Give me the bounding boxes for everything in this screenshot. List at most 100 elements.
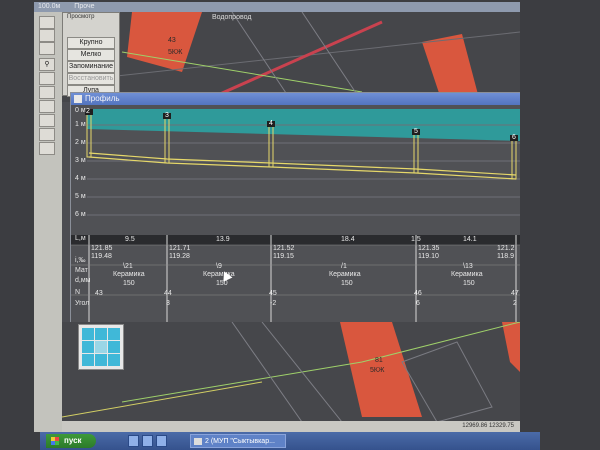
pan-up-left-icon[interactable] xyxy=(82,328,94,340)
segment-material: Керамика xyxy=(329,271,361,278)
height-top: 121.85 xyxy=(91,245,113,252)
segment-slope: \21 xyxy=(123,263,133,270)
view-panel: Просмотр Крупно Мелко Запоминание Восста… xyxy=(62,12,120,97)
segment-length: 14.1 xyxy=(463,236,477,243)
profile-title: Профиль xyxy=(85,94,120,103)
profile-window: Профиль 0 м 1 м 2 м 3 м 4 м 5 м 6 м 2 3 … xyxy=(70,92,520,324)
height-bottom: 119.48 xyxy=(91,253,112,260)
well-label: 3 xyxy=(165,112,169,119)
toolbar-button-8[interactable] xyxy=(39,114,55,127)
well-number: 45 xyxy=(269,290,277,297)
well-angle: -2 xyxy=(270,300,277,307)
window-icon xyxy=(74,95,82,103)
menu-item-other[interactable]: Проче xyxy=(74,3,94,10)
map-view-top[interactable]: 43 5КЖ Водопровод xyxy=(62,12,520,102)
toolbar-button-7[interactable] xyxy=(39,100,55,113)
app-icon xyxy=(194,438,202,445)
depth-label: 3 м xyxy=(75,157,86,164)
layer-label: Водопровод xyxy=(212,14,252,21)
depth-label: 6 м xyxy=(75,211,86,218)
well-label: 4 xyxy=(269,120,273,127)
row-label-angle: Угол xyxy=(75,300,90,307)
well-number: 47 xyxy=(511,290,519,297)
building-shape xyxy=(502,322,520,372)
depth-label: 1 м xyxy=(75,121,86,128)
task-label: 2 (МУП "Сыктывкар... xyxy=(205,438,275,445)
segment-length: 1.5 xyxy=(411,236,421,243)
height-bottom: 119.28 xyxy=(169,253,190,260)
pan-left-icon[interactable] xyxy=(82,341,94,353)
status-bar: 12969.86 12329.75 xyxy=(62,421,520,432)
app-screen: 100.0м Проче ⚲ 43 5КЖ Водопровод Просмот… xyxy=(34,2,520,432)
remember-button[interactable]: Запоминание xyxy=(67,61,115,73)
row-label-number: N xyxy=(75,289,81,296)
toolbar-button-5[interactable] xyxy=(39,72,55,85)
height-bottom: 119.10 xyxy=(418,253,439,260)
windows-logo-icon xyxy=(51,437,59,445)
height-top: 121.35 xyxy=(418,245,440,252)
toolbar-button-3[interactable] xyxy=(39,42,55,55)
toolbar-button-9[interactable] xyxy=(39,128,55,141)
quicklaunch-icon[interactable] xyxy=(128,435,139,447)
zoom-out-button[interactable]: Мелко xyxy=(67,49,115,61)
taskbar-window-button[interactable]: 2 (МУП "Сыктывкар... xyxy=(190,434,286,448)
segment-diameter: 150 xyxy=(463,280,475,287)
status-coords: 12969.86 12329.75 xyxy=(462,423,514,429)
pipe-bottom-line xyxy=(88,156,517,180)
profile-titlebar: Профиль xyxy=(71,93,520,105)
segment-slope: \13 xyxy=(463,263,473,270)
building-label: 81 xyxy=(375,357,383,364)
pan-up-right-icon[interactable] xyxy=(108,328,120,340)
segment-diameter: 150 xyxy=(341,280,353,287)
row-label-length: L,м xyxy=(75,235,86,242)
height-bottom: 119.15 xyxy=(273,253,294,260)
toolbar-button-2[interactable] xyxy=(39,29,55,42)
row-label-diameter: d,мм xyxy=(75,277,91,284)
height-top: 121.52 xyxy=(273,245,295,252)
segment-length: 9.5 xyxy=(125,236,135,243)
segment-length: 18.4 xyxy=(341,236,355,243)
segment-material: Керамика xyxy=(113,271,145,278)
well-number: 44 xyxy=(164,290,172,297)
segment-diameter: 150 xyxy=(216,280,228,287)
pan-navigation-pad xyxy=(78,324,124,370)
height-bottom: 118.9 xyxy=(497,253,514,260)
well-angle: 2 xyxy=(513,300,517,307)
pan-center-icon[interactable] xyxy=(95,341,107,353)
scale-readout: 100.0м xyxy=(38,3,61,10)
well-label: 6 xyxy=(512,134,516,141)
pan-down-right-icon[interactable] xyxy=(108,354,120,366)
segment-diameter: 150 xyxy=(123,280,135,287)
main-titlebar: 100.0м Проче xyxy=(34,2,520,12)
quicklaunch-icon[interactable] xyxy=(156,435,167,447)
pan-down-icon[interactable] xyxy=(95,354,107,366)
segment-material: Керамика xyxy=(451,271,483,278)
well-angle: 3 xyxy=(166,300,170,307)
pipe-top-line xyxy=(88,152,517,176)
well-number: 43 xyxy=(95,290,103,297)
height-top: 121.71 xyxy=(169,245,191,252)
quicklaunch-icon[interactable] xyxy=(142,435,153,447)
magnifier-icon[interactable]: ⚲ xyxy=(39,58,55,71)
start-button[interactable]: пуск xyxy=(46,434,96,448)
toolbar-button-10[interactable] xyxy=(39,142,55,155)
profile-svg xyxy=(85,109,520,216)
building-label: 5КЖ xyxy=(168,49,183,56)
pan-down-left-icon[interactable] xyxy=(82,354,94,366)
well-number: 46 xyxy=(414,290,422,297)
toolbar-button-6[interactable] xyxy=(39,86,55,99)
restore-button[interactable]: Восстановить xyxy=(67,73,115,85)
map-top-drawing: 43 5КЖ xyxy=(62,12,520,102)
height-top: 121.2 xyxy=(497,245,515,252)
zoom-in-button[interactable]: Крупно xyxy=(67,37,115,49)
building-label: 43 xyxy=(168,37,176,44)
map-view-bottom[interactable]: 81 5КЖ xyxy=(62,322,520,422)
profile-table: L,м i,‰ Мат d,мм N Угол 9.5 13.9 18.4 1.… xyxy=(71,235,520,323)
pan-right-icon[interactable] xyxy=(108,341,120,353)
row-label-slope: i,‰ xyxy=(75,257,86,264)
depth-label: 0 м xyxy=(75,107,86,114)
toolbar-button-1[interactable] xyxy=(39,16,55,29)
start-label: пуск xyxy=(64,436,82,445)
pan-up-icon[interactable] xyxy=(95,328,107,340)
well-angle: 6 xyxy=(416,300,420,307)
